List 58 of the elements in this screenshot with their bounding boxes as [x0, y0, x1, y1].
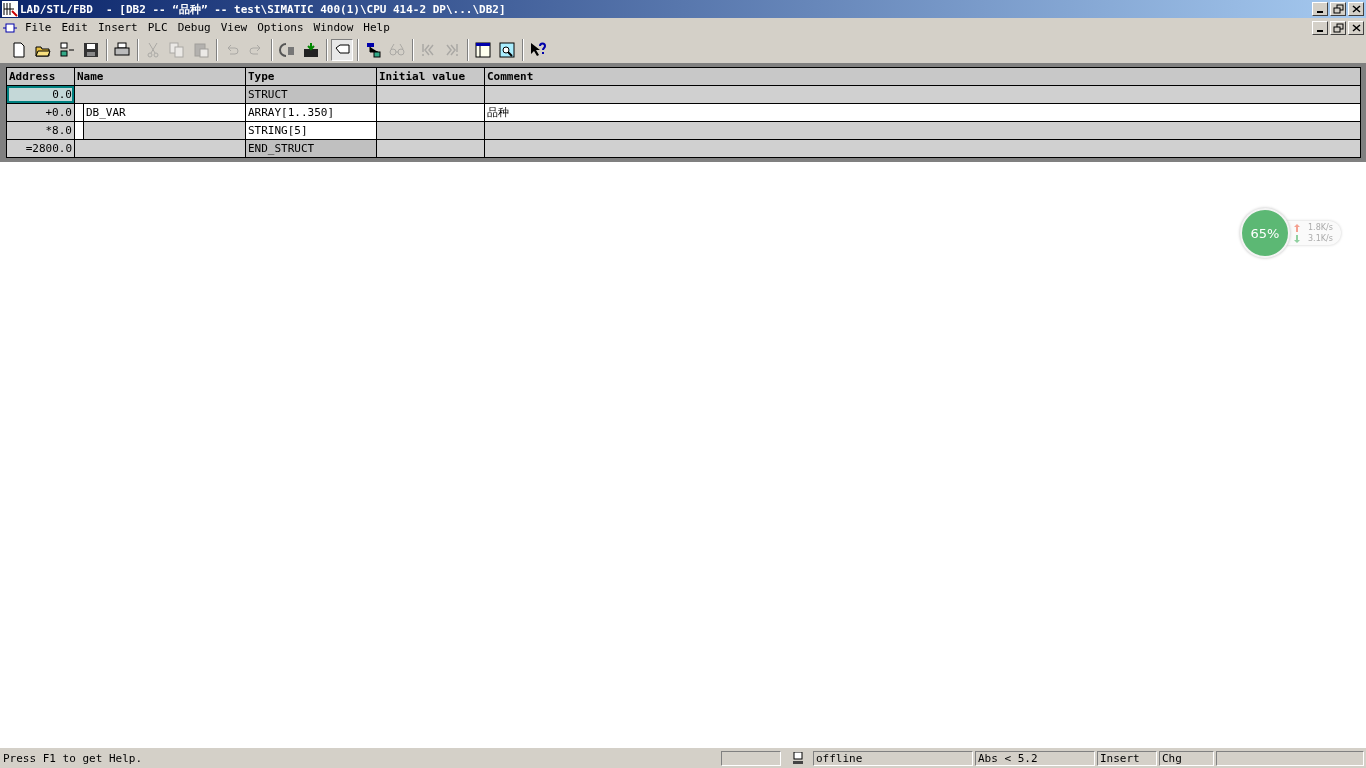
panel-layout-icon	[475, 42, 491, 58]
download-speed: 3.1K/s	[1308, 234, 1333, 243]
column-header: Type	[245, 67, 377, 86]
address-status: Abs < 5.2	[975, 750, 1095, 766]
menu-item[interactable]: Options	[252, 21, 309, 34]
toolbar-button[interactable]	[496, 39, 518, 61]
glasses-icon	[389, 42, 405, 58]
column-header: Name	[74, 67, 246, 86]
close-icon	[1350, 22, 1362, 33]
menu-item[interactable]: Window	[308, 21, 359, 34]
menu-item[interactable]: File	[20, 21, 57, 34]
menu-item[interactable]: Insert	[93, 21, 143, 34]
new-page-icon	[11, 42, 27, 58]
cut-icon	[145, 42, 161, 58]
menu-item[interactable]: Edit	[56, 21, 93, 34]
menu-item[interactable]: Debug	[172, 21, 216, 34]
restore-button[interactable]	[1330, 2, 1346, 16]
menu-item[interactable]: Help	[358, 21, 395, 34]
paste-icon	[193, 42, 209, 58]
minimize-button[interactable]	[1312, 2, 1328, 16]
app-icon	[2, 1, 18, 17]
close-button[interactable]	[1348, 2, 1364, 16]
help-pointer-icon	[530, 42, 546, 58]
computer-icon	[791, 752, 805, 764]
accessible-nodes-icon	[59, 42, 75, 58]
status-panel	[721, 750, 781, 766]
toolbar-button[interactable]	[472, 39, 494, 61]
menu-item[interactable]: PLC	[142, 21, 173, 34]
close-icon	[1350, 4, 1362, 14]
status-text: Press F1 to get Help.	[2, 750, 144, 766]
column-header: Initial value	[376, 67, 485, 86]
menu-item[interactable]: View	[215, 21, 253, 34]
restore-button[interactable]	[1330, 20, 1346, 35]
save-icon	[83, 42, 99, 58]
connection-status: offline	[813, 750, 973, 766]
minimize-icon	[1317, 11, 1323, 13]
minimize-button[interactable]	[1312, 20, 1328, 35]
document-icon[interactable]	[3, 22, 17, 33]
zoom-window-icon	[499, 42, 515, 58]
column-header: Address	[6, 67, 75, 86]
down-arrow-icon	[1294, 234, 1300, 243]
print-icon	[114, 42, 130, 58]
network-icon	[365, 42, 381, 58]
download-icon	[303, 42, 319, 58]
change-status: Chg	[1159, 750, 1214, 766]
restore-icon	[1332, 4, 1344, 14]
next-error-icon	[444, 42, 460, 58]
copy-icon	[169, 42, 185, 58]
upload-speed: 1.8K/s	[1308, 223, 1333, 232]
up-arrow-icon	[1294, 223, 1300, 232]
column-header: Comment	[484, 67, 1361, 86]
close-button[interactable]	[1348, 20, 1364, 35]
minimize-icon	[1317, 29, 1323, 32]
restore-icon	[1332, 22, 1344, 33]
previous-error-icon	[420, 42, 436, 58]
mode-status: Insert	[1097, 750, 1157, 766]
window-title: LAD/STL/FBD - [DB2 -- “品种” -- test\SIMATIC 400(1)\CPU 414-2 DP\...\DB2]	[20, 1, 507, 17]
compile-icon	[279, 42, 295, 58]
